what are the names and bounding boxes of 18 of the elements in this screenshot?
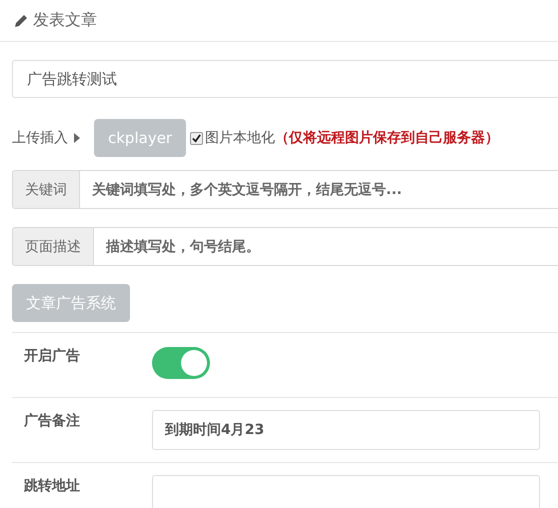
keywords-addon: 关键词 — [12, 170, 80, 209]
upload-label: 上传插入 — [12, 129, 68, 147]
localize-note: （仅将远程图片保存到自己服务器） — [275, 129, 500, 147]
title-field[interactable]: 广告跳转测试 — [12, 60, 558, 98]
pencil-icon — [14, 14, 28, 28]
caret-icon[interactable] — [74, 133, 80, 143]
description-field[interactable]: 描述填写处，句号结尾。 — [94, 227, 558, 266]
toggle-switch[interactable] — [152, 347, 210, 379]
description-addon: 页面描述 — [12, 227, 94, 266]
keywords-field[interactable]: 关键词填写处，多个英文逗号隔开，结尾无逗号... — [80, 170, 558, 209]
checkbox[interactable] — [190, 132, 204, 144]
checkbox-label: 图片本地化 — [205, 129, 276, 147]
text-field[interactable]: 到期时间4月23 — [152, 410, 540, 450]
setting-label: 跳转地址 — [24, 477, 81, 495]
page-title: 发表文章 — [33, 10, 97, 31]
setting-label: 开启广告 — [24, 346, 81, 365]
setting-label: 广告备注 — [24, 412, 81, 430]
text-field[interactable] — [152, 475, 540, 508]
